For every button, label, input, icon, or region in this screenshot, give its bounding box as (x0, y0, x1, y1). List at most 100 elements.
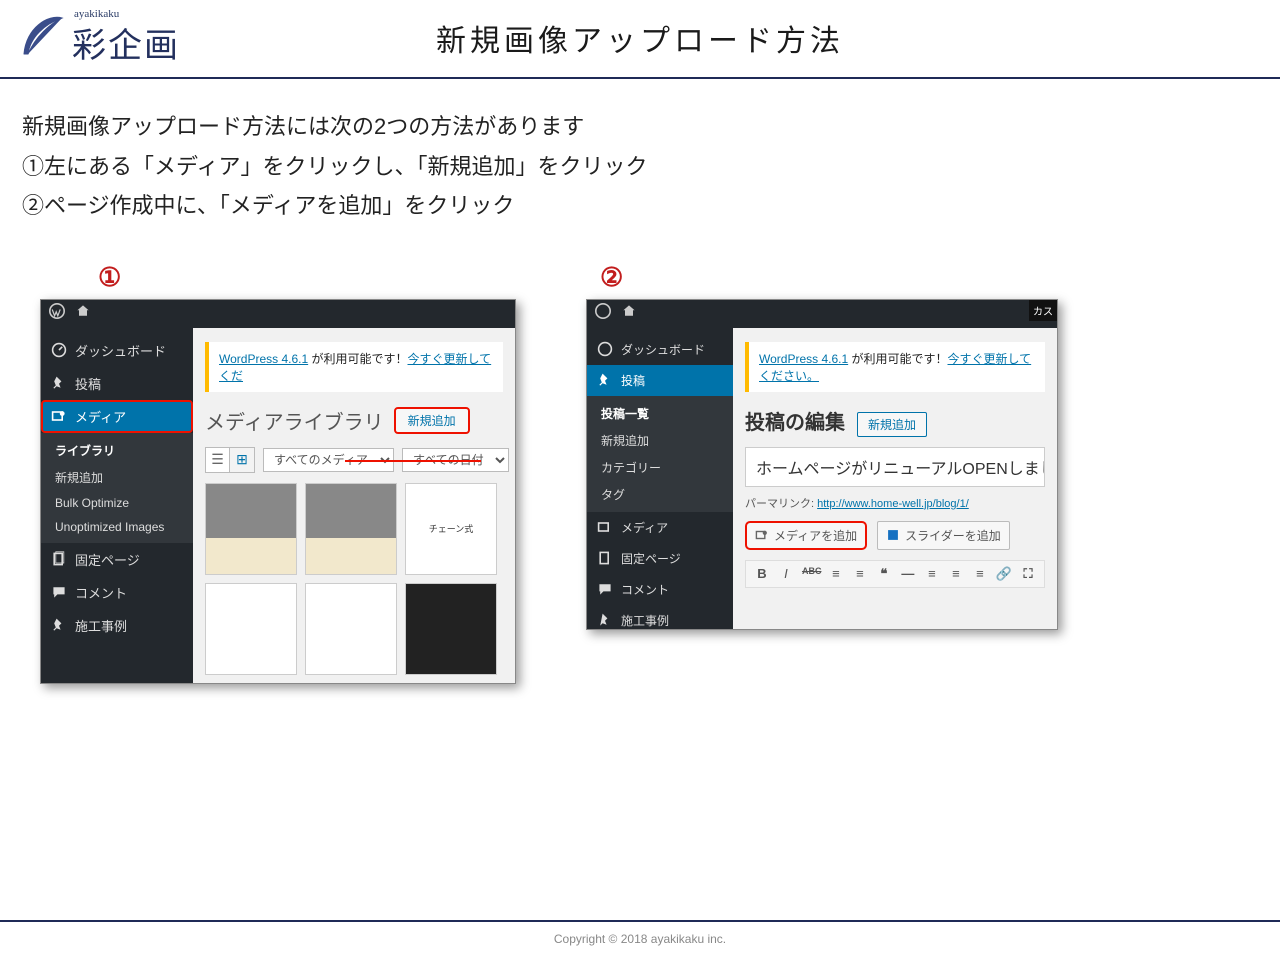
pin-icon (597, 612, 613, 628)
sidebar-item-cases[interactable]: 施工事例 (587, 605, 733, 629)
intro-line-1: 新規画像アップロード方法には次の2つの方法があります (22, 107, 1178, 147)
wp-logo-icon[interactable] (49, 303, 65, 324)
hr-button[interactable]: — (900, 566, 916, 582)
submenu-post-list[interactable]: 投稿一覧 (587, 400, 733, 427)
screenshot-2-column: ② カス ダッシュボード 投稿 投稿一覧 新規追加 カテゴリー タグ メディア (586, 262, 1058, 630)
pin-icon (597, 372, 613, 388)
sidebar-posts-submenu: 投稿一覧 新規追加 カテゴリー タグ (587, 396, 733, 512)
submenu-library[interactable]: ライブラリ (41, 437, 193, 464)
media-thumbnail[interactable]: チェーン式 (405, 483, 497, 575)
sidebar-item-cases[interactable]: 施工事例 (41, 609, 193, 642)
post-heading-row: 投稿の編集 新規追加 (745, 406, 1045, 437)
post-title-input[interactable]: ホームページがリニューアルOPENしまし (745, 447, 1045, 487)
wp-version-link[interactable]: WordPress 4.6.1 (759, 352, 848, 366)
ul-button[interactable]: ≡ (828, 566, 844, 582)
italic-button[interactable]: I (778, 566, 794, 582)
media-icon (51, 408, 67, 424)
list-view-button[interactable]: ☰ (206, 448, 230, 472)
logo-text-block: ayakikaku 彩企画 (72, 8, 180, 67)
media-heading-row: メディアライブラリ 新規追加 (205, 406, 503, 435)
strike-button[interactable]: ABC (802, 566, 820, 582)
page-icon (51, 551, 67, 567)
media-thumbnail[interactable] (405, 583, 497, 675)
quote-button[interactable]: ❝ (876, 566, 892, 582)
slider-icon (886, 528, 900, 542)
submenu-bulk-optimize[interactable]: Bulk Optimize (41, 491, 193, 515)
editor-toolbar: B I ABC ≡ ≡ ❝ — ≡ ≡ ≡ 🔗 ⛶ (745, 560, 1045, 588)
submenu-add-new[interactable]: 新規追加 (41, 464, 193, 491)
sidebar-item-pages[interactable]: 固定ページ (41, 543, 193, 576)
sidebar-item-media[interactable]: メディア (587, 512, 733, 543)
pin-icon (51, 375, 67, 391)
edit-post-heading: 投稿の編集 (745, 406, 845, 435)
sidebar-item-posts[interactable]: 投稿 (41, 367, 193, 400)
home-icon[interactable] (621, 303, 637, 324)
page-icon (597, 550, 613, 566)
screenshot-1: ダッシュボード 投稿 メディア ライブラリ 新規追加 Bulk Optimize… (40, 299, 516, 684)
media-thumbnail[interactable] (205, 483, 297, 575)
media-thumbnail[interactable] (305, 583, 397, 675)
sidebar-item-comments[interactable]: コメント (587, 574, 733, 605)
number-2-label: ② (600, 262, 1058, 293)
wp-sidebar: ダッシュボード 投稿 投稿一覧 新規追加 カテゴリー タグ メディア 固定ページ… (587, 328, 733, 629)
annotation-line (345, 460, 481, 462)
add-slider-button[interactable]: スライダーを追加 (877, 521, 1010, 550)
sidebar-item-posts[interactable]: 投稿 (587, 365, 733, 396)
submenu-unoptimized[interactable]: Unoptimized Images (41, 515, 193, 539)
dashboard-icon (51, 342, 67, 358)
page-title: 新規画像アップロード方法 (436, 16, 844, 60)
comment-icon (597, 581, 613, 597)
link-button[interactable]: 🔗 (996, 566, 1012, 582)
align-right-button[interactable]: ≡ (972, 566, 988, 582)
ol-button[interactable]: ≡ (852, 566, 868, 582)
screenshot-1-column: ① ダッシュボード 投稿 メディア ライブラリ 新規追加 Bulk Optimi… (40, 262, 516, 684)
align-left-button[interactable]: ≡ (924, 566, 940, 582)
wp-sidebar: ダッシュボード 投稿 メディア ライブラリ 新規追加 Bulk Optimize… (41, 328, 193, 683)
dashboard-icon (597, 341, 613, 357)
wp-content-area: WordPress 4.6.1 が利用可能です！今すぐ更新してくだ メディアライ… (193, 328, 515, 683)
home-icon[interactable] (75, 303, 91, 324)
page-header: ayakikaku 彩企画 新規画像アップロード方法 (0, 0, 1280, 71)
wp-version-link[interactable]: WordPress 4.6.1 (219, 352, 308, 366)
intro-line-3: ②ページ作成中に、「メディアを追加」をクリック (22, 186, 1178, 226)
add-new-button[interactable]: 新規追加 (394, 407, 470, 434)
comment-icon (51, 584, 67, 600)
sidebar-item-dashboard[interactable]: ダッシュボード (587, 334, 733, 365)
wp-logo-icon[interactable] (595, 303, 611, 324)
intro-text: 新規画像アップロード方法には次の2つの方法があります ①左にある「メディア」をク… (0, 79, 1200, 226)
wp-adminbar: カス (587, 300, 1057, 328)
number-1-label: ① (98, 262, 516, 293)
align-center-button[interactable]: ≡ (948, 566, 964, 582)
bold-button[interactable]: B (754, 566, 770, 582)
wp-content-area: WordPress 4.6.1 が利用可能です！今すぐ更新してください。 投稿の… (733, 328, 1057, 629)
wp-adminbar (41, 300, 515, 328)
sidebar-item-comments[interactable]: コメント (41, 576, 193, 609)
pin-icon (51, 617, 67, 633)
sidebar-item-media[interactable]: メディア (41, 400, 193, 433)
grid-view-button[interactable]: ⊞ (230, 448, 254, 472)
permalink-row: パーマリンク: http://www.home-well.jp/blog/1/ (745, 495, 1045, 511)
media-thumbnail[interactable] (205, 583, 297, 675)
media-thumbnail[interactable] (305, 483, 397, 575)
sidebar-media-submenu: ライブラリ 新規追加 Bulk Optimize Unoptimized Ima… (41, 433, 193, 543)
permalink-url[interactable]: http://www.home-well.jp/blog/1/ (817, 498, 969, 510)
add-media-button[interactable]: メディアを追加 (745, 521, 867, 550)
add-new-button[interactable]: 新規追加 (857, 412, 927, 437)
sidebar-item-pages[interactable]: 固定ページ (587, 543, 733, 574)
media-buttons-row: メディアを追加 スライダーを追加 (745, 521, 1045, 550)
unlink-button[interactable]: ⛶ (1020, 566, 1036, 582)
submenu-add-new[interactable]: 新規追加 (587, 427, 733, 454)
intro-line-2: ①左にある「メディア」をクリックし、「新規追加」をクリック (22, 147, 1178, 187)
media-thumbnails: チェーン式 (205, 483, 503, 675)
sidebar-item-dashboard[interactable]: ダッシュボード (41, 334, 193, 367)
update-notice: WordPress 4.6.1 が利用可能です！今すぐ更新してください。 (745, 342, 1045, 392)
media-icon (755, 528, 769, 542)
feather-logo-icon (18, 14, 68, 62)
submenu-category[interactable]: カテゴリー (587, 454, 733, 481)
update-notice: WordPress 4.6.1 が利用可能です！今すぐ更新してくだ (205, 342, 503, 392)
copyright: Copyright © 2018 ayakikaku inc. (554, 932, 726, 946)
customize-tab[interactable]: カス (1029, 300, 1057, 321)
screenshot-2: カス ダッシュボード 投稿 投稿一覧 新規追加 カテゴリー タグ メディア 固定… (586, 299, 1058, 630)
submenu-tag[interactable]: タグ (587, 481, 733, 508)
view-mode-buttons: ☰ ⊞ (205, 447, 255, 473)
